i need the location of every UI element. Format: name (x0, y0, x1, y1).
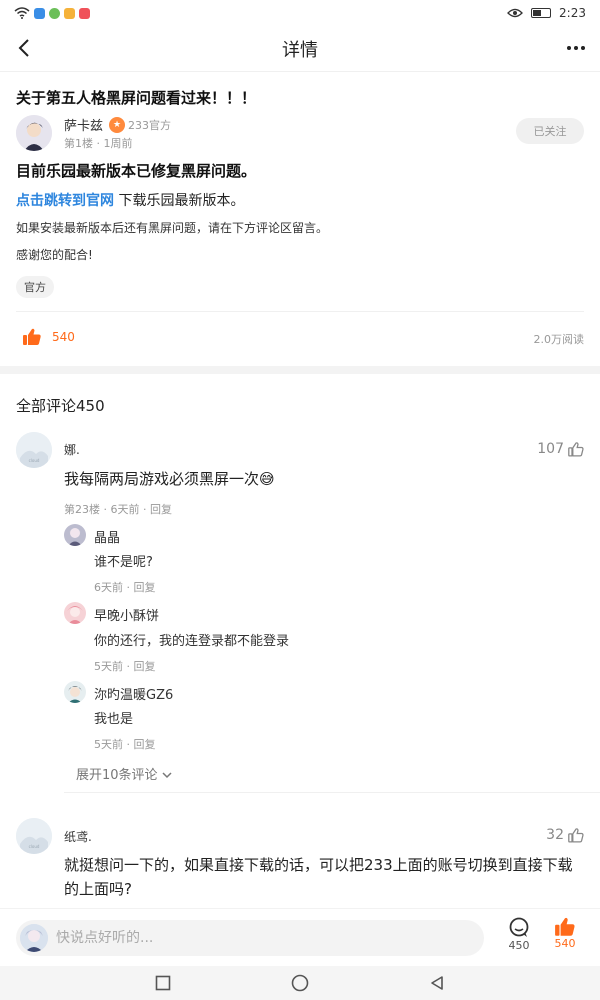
header: 详情 (0, 26, 600, 72)
like-count: 540 (554, 937, 576, 950)
reply: 沵旳温暖GZ6 我也是 5天前 · 回复 (64, 680, 584, 752)
battery-icon (531, 8, 552, 18)
expand-replies-label: 展开10条评论 (76, 768, 158, 783)
comment-bubble-icon (509, 917, 529, 937)
expand-replies-button[interactable]: 展开10条评论 (76, 764, 172, 783)
comment-input[interactable] (56, 930, 456, 946)
status-time: 2:23 (559, 6, 586, 20)
back-button[interactable] (10, 34, 38, 62)
commenter-name[interactable]: 纸鸢. (64, 828, 92, 845)
like-button[interactable]: 540 (545, 917, 585, 950)
notification-app-icon (79, 7, 90, 19)
author-meta: 第1楼 · 1周前 (64, 137, 133, 150)
star-badge-icon: ★ (109, 116, 126, 133)
post-title: 关于第五人格黑屏问题看过来！！！ (16, 89, 257, 107)
reply-text: 谁不是呢? (94, 555, 153, 570)
comment-input-container[interactable] (16, 920, 484, 956)
home-icon[interactable] (291, 974, 309, 992)
author-name-row: 萨卡兹 ★ 233官方 (64, 115, 171, 134)
comment-like-count: 107 (537, 441, 564, 457)
comment-count-button[interactable]: 450 (499, 917, 539, 952)
status-bar: 2:23 (0, 0, 600, 26)
reply: 晶晶 谁不是呢? 6天前 · 回复 (64, 522, 584, 595)
replier-avatar[interactable] (64, 681, 86, 703)
more-dots-icon (581, 46, 585, 50)
replier-name[interactable]: 晶晶 (94, 527, 120, 546)
wifi-icon (14, 7, 30, 19)
comment: cloud 娜. 107 我每隔两局游戏必须黑屏一次😅 第23楼 · 6天前 ·… (0, 432, 600, 802)
comment-like-button[interactable]: 107 (537, 441, 584, 457)
chevron-left-icon (18, 39, 29, 57)
svg-text:cloud: cloud (29, 844, 40, 849)
official-badge: ★ 233官方 (109, 116, 172, 133)
section-divider (0, 366, 600, 374)
author-avatar[interactable] (16, 115, 52, 151)
status-icons-left (14, 7, 90, 19)
post-tag[interactable]: 官方 (16, 276, 54, 298)
chevron-down-icon (162, 772, 172, 779)
notification-app-icon (34, 7, 45, 19)
post-headline: 目前乐园最新版本已修复黑屏问题。 (16, 162, 257, 180)
wechat-icon (49, 7, 60, 19)
author-name[interactable]: 萨卡兹 (64, 115, 103, 134)
commenter-name[interactable]: 娜. (64, 441, 80, 458)
replier-name[interactable]: 早晚小酥饼 (94, 605, 159, 624)
thumbs-up-icon (555, 917, 575, 936)
notification-app-icon (64, 7, 75, 19)
more-options-button[interactable] (564, 38, 588, 58)
follow-button[interactable]: 已关注 (516, 118, 584, 144)
thumbs-up-icon (23, 328, 41, 345)
thumbs-up-outline-icon (568, 441, 584, 457)
comments-header: 全部评论450 (16, 397, 105, 415)
back-triangle-icon[interactable] (429, 975, 445, 991)
commenter-avatar[interactable]: cloud (16, 432, 52, 468)
post-link-line: 点击跳转到官网 下载乐园最新版本。 (16, 190, 244, 210)
post-like-count: 540 (52, 330, 75, 344)
eye-icon (507, 8, 523, 18)
status-icons-right: 2:23 (507, 6, 586, 20)
post-body-paragraph: 如果安装最新版本后还有黑屏问题，请在下方评论区留言。 (16, 221, 329, 235)
post: 关于第五人格黑屏问题看过来！！！ 萨卡兹 ★ 233官方 第1楼 · 1周前 已… (0, 72, 600, 366)
recent-apps-icon[interactable] (155, 975, 171, 991)
system-navigation-bar (0, 966, 600, 1000)
comment-count: 450 (508, 939, 530, 952)
reply-text: 我也是 (94, 712, 134, 727)
comment: cloud 纸鸢. 32 就挺想问一下的，如果直接下载的话，可以把233上面的账… (0, 818, 600, 906)
divider (64, 792, 600, 793)
page-title: 详情 (282, 39, 318, 61)
user-avatar (20, 924, 48, 952)
reply-meta[interactable]: 5天前 · 回复 (94, 658, 156, 674)
official-badge-label: 233官方 (128, 118, 172, 132)
reply-meta[interactable]: 6天前 · 回复 (94, 579, 156, 595)
post-link-suffix: 下载乐园最新版本。 (114, 193, 245, 209)
reply: 早晚小酥饼 你的还行，我的连登录都不能登录 5天前 · 回复 (64, 601, 584, 674)
reply-meta[interactable]: 5天前 · 回复 (94, 736, 156, 752)
post-like-button[interactable]: 540 (22, 328, 75, 346)
svg-text:cloud: cloud (29, 458, 40, 463)
comment-like-count: 32 (546, 827, 564, 843)
official-site-link[interactable]: 点击跳转到官网 (16, 193, 114, 209)
replier-avatar[interactable] (64, 602, 86, 624)
read-count: 2.0万阅读 (533, 333, 585, 346)
bottom-action-bar: 450 540 (0, 908, 600, 966)
more-dots-icon (574, 46, 578, 50)
replier-avatar[interactable] (64, 524, 86, 546)
divider (16, 311, 584, 312)
comment-like-button[interactable]: 32 (546, 827, 584, 843)
post-body-paragraph: 感谢您的配合! (16, 248, 93, 262)
commenter-avatar[interactable]: cloud (16, 818, 52, 854)
reply-text: 你的还行，我的连登录都不能登录 (94, 634, 290, 649)
replier-name[interactable]: 沵旳温暖GZ6 (94, 684, 173, 703)
more-dots-icon (567, 46, 571, 50)
comment-meta[interactable]: 第23楼 · 6天前 · 回复 (64, 501, 172, 517)
thumbs-up-outline-icon (568, 827, 584, 843)
comment-text: 我每隔两局游戏必须黑屏一次😅 (64, 470, 275, 488)
comment-text: 就挺想问一下的，如果直接下载的话，可以把233上面的账号切换到直接下载的上面吗? (64, 856, 573, 898)
